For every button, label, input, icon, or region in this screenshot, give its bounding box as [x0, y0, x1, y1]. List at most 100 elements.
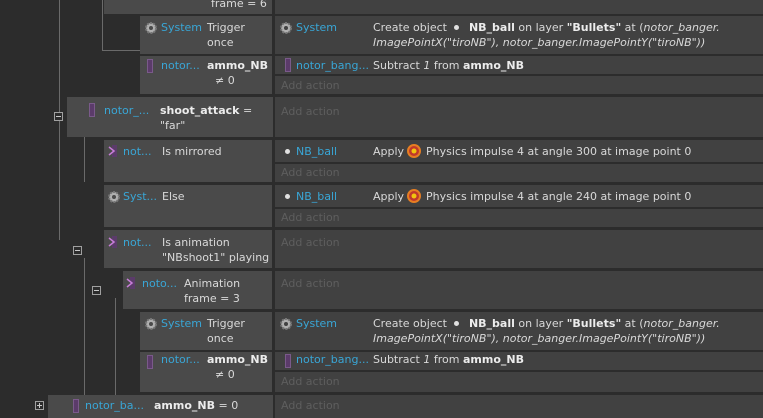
subtract-text: Subtract 1 from ammo_NB [373, 58, 524, 73]
system-gear-icon [145, 318, 157, 330]
collapse-toggle[interactable] [73, 246, 82, 255]
is-mirrored-label: Is mirrored [162, 145, 222, 158]
apply-impulse-action-2[interactable]: NB_ball Apply Physics impulse 4 at angle… [275, 185, 763, 207]
variable-name: ammo_NB [154, 399, 215, 412]
is-animation-actions[interactable]: Add action [275, 230, 763, 268]
system-gear-icon [280, 22, 292, 34]
notor-sprite-icon [285, 58, 291, 72]
arg-part: notor_banger. [643, 21, 720, 34]
add-action-link[interactable]: Add action [281, 210, 340, 225]
equals-sign: = [242, 104, 253, 117]
system-gear-icon [108, 191, 120, 203]
variable-name: ammo_NB [462, 59, 524, 72]
add-action-row[interactable]: Add action [275, 76, 763, 94]
else-label: Else [162, 190, 185, 203]
notor-sprite-icon [89, 103, 95, 117]
add-action-link[interactable]: Add action [281, 276, 340, 291]
subtract-text: Subtract 1 from ammo_NB [373, 352, 524, 367]
is-animation-condition[interactable]: not... Is animation "NBshoot1" playing [104, 230, 272, 268]
create-object-text: Create object NB_ball on layer "Bullets"… [373, 20, 720, 35]
ammo-zero-condition[interactable]: notor_ba... ammo_NB = 0 [48, 395, 273, 418]
system-gear-icon [145, 22, 157, 34]
add-action-link[interactable]: Add action [281, 78, 340, 93]
system-object-label: System [296, 317, 338, 330]
object-label: not... [123, 145, 152, 158]
is-animation-line2: "NBshoot1" playing [162, 251, 270, 264]
is-animation-line1: Is animation [162, 236, 230, 249]
add-action-row[interactable]: Add action [275, 372, 763, 392]
comparison-label: ≠ 0 [215, 368, 235, 381]
impulse-desc: Physics impulse 4 at angle 300 at image … [426, 145, 692, 158]
add-action-link[interactable]: Add action [281, 374, 340, 389]
apply-label: Apply [373, 190, 405, 203]
apply-label: Apply [373, 145, 405, 158]
object-name: NB_ball [468, 21, 515, 34]
frame-condition-block[interactable]: frame = 6 [104, 0, 272, 14]
object-label: not... [123, 236, 152, 249]
from-text: from [433, 353, 460, 366]
notor-sprite-icon [147, 355, 153, 369]
shoot-attack-actions[interactable]: Add action [275, 97, 763, 137]
trigger-once-label: Trigger once [207, 317, 245, 345]
system-object-label: System [296, 21, 338, 34]
frame-condition-label: frame = 6 [211, 0, 267, 10]
ammo-condition-1[interactable]: notor... ammo_NB ≠ 0 [140, 56, 272, 94]
ammo-zero-text: ammo_NB = 0 [154, 398, 238, 413]
variable-label: ammo_NB [207, 59, 268, 72]
animation-frame-actions[interactable]: Add action [275, 271, 763, 309]
notor-anim-icon [108, 145, 117, 157]
object-label: NB_ball [296, 190, 338, 203]
system-object-label: System [161, 21, 203, 34]
expand-toggle[interactable] [35, 401, 44, 410]
shoot-attack-condition[interactable]: notor_... shoot_attack = "far" [67, 97, 273, 137]
physics-icon [407, 189, 421, 203]
shoot-attack-text: shoot_attack = [160, 103, 252, 118]
ammo-zero-actions[interactable]: Add action [275, 395, 763, 418]
add-action-link[interactable]: Add action [281, 165, 340, 180]
arg-part: notor_banger. [643, 317, 720, 330]
subtract-value: 1 [423, 59, 431, 72]
subtract-action-1[interactable]: notor_bang... Subtract 1 from ammo_NB [275, 56, 763, 74]
object-label: notor... [161, 353, 200, 366]
object-label: notor_ba... [85, 399, 144, 412]
collapse-toggle[interactable] [92, 286, 101, 295]
add-action-link[interactable]: Add action [281, 398, 340, 413]
create-prefix: Create object [373, 21, 447, 34]
object-label: noto... [142, 277, 178, 290]
object-label: notor... [161, 59, 200, 72]
object-name: NB_ball [468, 317, 515, 330]
add-action-link[interactable]: Add action [281, 104, 340, 119]
add-action-row[interactable]: Add action [275, 209, 763, 227]
create-object-line2: ImagePointX("tiroNB"), notor_banger.Imag… [373, 332, 706, 345]
system-gear-icon [280, 318, 292, 330]
nb-ball-icon [285, 194, 290, 199]
trigger-once-condition-2[interactable]: System Trigger once [140, 312, 272, 350]
top-actions-area [275, 0, 763, 14]
on-layer: on layer [518, 21, 564, 34]
animation-frame-condition[interactable]: noto... Animation frame = 3 [123, 271, 272, 309]
comparison-label: ≠ 0 [215, 74, 235, 87]
else-condition[interactable]: Syst... Else [104, 185, 272, 227]
add-action-link[interactable]: Add action [281, 235, 340, 250]
trigger-once-condition-1[interactable]: System Trigger once [140, 16, 272, 54]
trigger-once-label: Trigger once [207, 21, 245, 49]
ammo-condition-2[interactable]: notor... ammo_NB ≠ 0 [140, 352, 272, 392]
apply-impulse-action-1[interactable]: NB_ball Apply Physics impulse 4 at angle… [275, 140, 763, 162]
notor-anim-icon [108, 236, 117, 248]
create-object-action-1[interactable]: System Create object NB_ball on layer "B… [275, 16, 763, 54]
subtract-value: 1 [423, 353, 431, 366]
subtract-action-2[interactable]: notor_bang... Subtract 1 from ammo_NB [275, 352, 763, 370]
collapse-toggle[interactable] [54, 112, 63, 121]
create-object-action-2[interactable]: System Create object NB_ball on layer "B… [275, 312, 763, 350]
layer-name: "Bullets" [566, 317, 622, 330]
object-label: notor_bang... [296, 59, 369, 72]
at-text: at ( [624, 21, 644, 34]
is-mirrored-condition[interactable]: not... Is mirrored [104, 140, 272, 182]
tree-line [84, 258, 85, 398]
nb-ball-icon [454, 25, 460, 30]
add-action-row[interactable]: Add action [275, 164, 763, 182]
create-prefix: Create object [373, 317, 447, 330]
subtract-prefix: Subtract [373, 59, 420, 72]
variable-name: shoot_attack [160, 104, 240, 117]
notor-sprite-icon [285, 354, 291, 368]
